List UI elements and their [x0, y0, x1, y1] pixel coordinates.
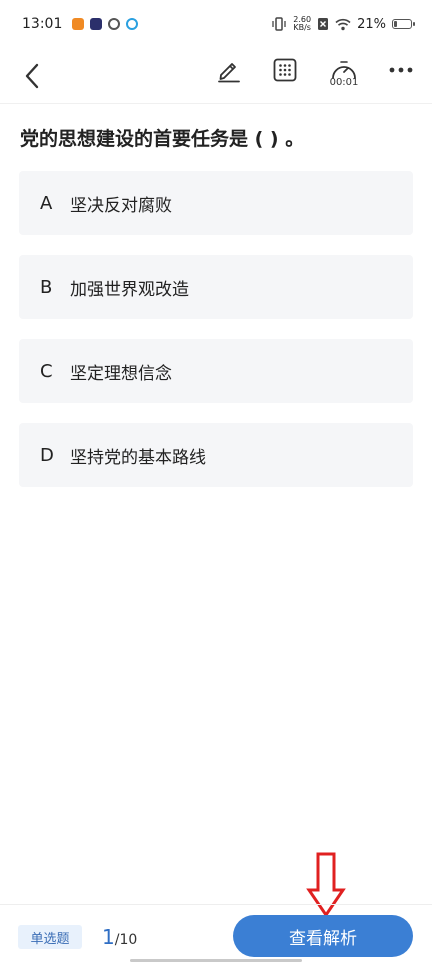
pencil-icon [218, 63, 240, 83]
more-button[interactable] [384, 52, 418, 88]
notification-app-icon [72, 18, 85, 30]
back-button[interactable] [14, 56, 50, 96]
options-list: A 坚决反对腐败 B 加强世界观改造 C 坚定理想信念 D 坚持党的基本路线 [19, 171, 413, 507]
view-analysis-button[interactable]: 查看解析 [233, 915, 413, 957]
more-dots-icon [389, 67, 413, 73]
status-right: 2.60 KB/s 21% [271, 16, 415, 32]
status-time: 13:01 [22, 16, 63, 32]
toolbar: 00:01 [0, 48, 432, 104]
option-letter: A [40, 192, 53, 214]
chevron-left-icon [25, 63, 39, 89]
battery-percent: 21% [357, 16, 386, 32]
vibrate-icon [272, 17, 286, 31]
option-letter: C [40, 360, 53, 382]
network-speed: 2.60 KB/s [293, 16, 311, 32]
option-text: 坚决反对腐败 [70, 195, 172, 216]
battery-fill [394, 21, 397, 27]
question-type-badge: 单选题 [18, 925, 82, 949]
grid-icon [273, 58, 297, 82]
option-d[interactable]: D 坚持党的基本路线 [19, 423, 413, 487]
bottom-bar: 单选题 1 / 10 查看解析 [0, 904, 432, 964]
option-a[interactable]: A 坚决反对腐败 [19, 171, 413, 235]
progress-current: 1 [102, 925, 115, 949]
status-bar: 13:01 2.60 KB/s 21% [0, 0, 432, 48]
timer-button[interactable]: 00:01 [322, 50, 366, 98]
answer-sheet-button[interactable] [268, 52, 302, 88]
option-text: 坚定理想信念 [70, 363, 172, 384]
question-progress[interactable]: 1 / 10 [102, 925, 137, 951]
timer-value: 00:01 [329, 76, 359, 88]
option-text: 坚持党的基本路线 [70, 447, 206, 468]
option-letter: D [40, 444, 54, 466]
option-b[interactable]: B 加强世界观改造 [19, 255, 413, 319]
option-text: 加强世界观改造 [70, 279, 189, 300]
progress-total: 10 [119, 932, 138, 948]
option-c[interactable]: C 坚定理想信念 [19, 339, 413, 403]
wifi-icon [335, 18, 351, 30]
notification-link-icon [108, 18, 121, 30]
question-text: 党的思想建设的首要任务是 ( ) 。 [20, 128, 305, 150]
notification-play-icon [90, 18, 103, 30]
battery-icon [392, 19, 415, 29]
notification-circle-icon [126, 18, 139, 30]
home-indicator[interactable] [130, 959, 302, 962]
edit-button[interactable] [212, 52, 246, 88]
network-speed-unit: KB/s [293, 23, 311, 32]
status-left: 13:01 [22, 16, 139, 32]
no-sim-icon [318, 18, 329, 30]
option-letter: B [40, 276, 53, 298]
